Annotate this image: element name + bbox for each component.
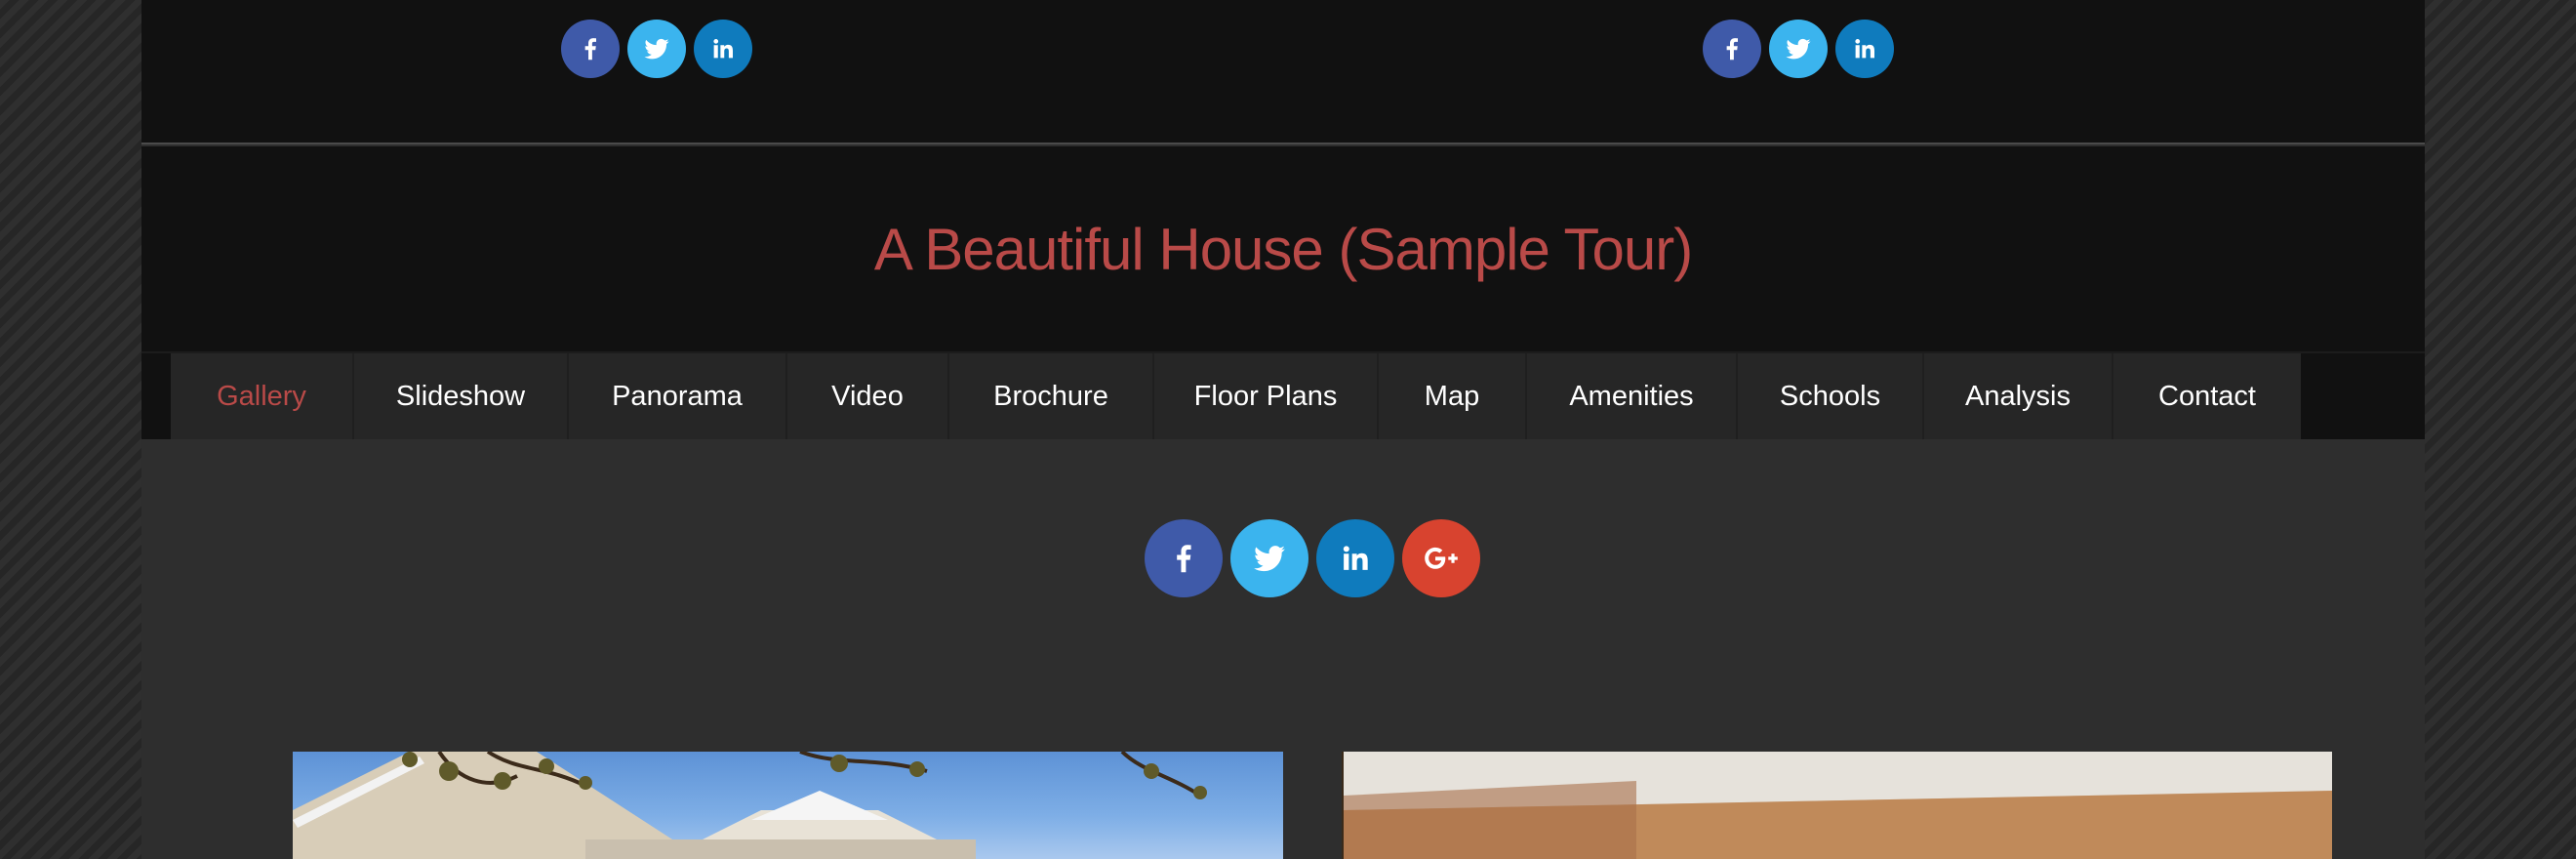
- linkedin-icon[interactable]: [694, 20, 752, 78]
- nav-item-slideshow[interactable]: Slideshow: [354, 353, 569, 439]
- twitter-icon[interactable]: [1230, 519, 1308, 597]
- nav-item-analysis[interactable]: Analysis: [1924, 353, 2113, 439]
- interior-room-illustration: [1344, 752, 2332, 859]
- social-links-right: [1703, 20, 1894, 78]
- nav-item-brochure[interactable]: Brochure: [949, 353, 1154, 439]
- google-plus-icon[interactable]: [1402, 519, 1480, 597]
- share-buttons: [1145, 519, 1480, 597]
- nav-bar: Gallery Slideshow Panorama Video Brochur…: [141, 351, 2425, 439]
- linkedin-icon[interactable]: [1316, 519, 1394, 597]
- facebook-icon[interactable]: [1703, 20, 1761, 78]
- main-nav: Gallery Slideshow Panorama Video Brochur…: [171, 353, 2301, 439]
- page-title: A Beautiful House (Sample Tour): [873, 216, 1693, 282]
- social-links-left: [561, 20, 752, 78]
- nav-item-contact[interactable]: Contact: [2113, 353, 2301, 439]
- house-exterior-photo[interactable]: [293, 752, 1283, 859]
- nav-item-amenities[interactable]: Amenities: [1527, 353, 1738, 439]
- top-bar: [141, 0, 2425, 144]
- facebook-icon[interactable]: [1145, 519, 1223, 597]
- nav-item-video[interactable]: Video: [787, 353, 949, 439]
- nav-item-schools[interactable]: Schools: [1738, 353, 1924, 439]
- nav-item-map[interactable]: Map: [1379, 353, 1527, 439]
- linkedin-icon[interactable]: [1835, 20, 1894, 78]
- house-exterior-illustration: [293, 752, 1207, 859]
- twitter-icon[interactable]: [1769, 20, 1828, 78]
- nav-item-floor-plans[interactable]: Floor Plans: [1154, 353, 1379, 439]
- facebook-icon[interactable]: [561, 20, 620, 78]
- interior-room-photo[interactable]: [1342, 752, 2332, 859]
- page-container: A Beautiful House (Sample Tour) Gallery …: [141, 0, 2425, 859]
- nav-item-gallery[interactable]: Gallery: [171, 353, 354, 439]
- site-header: A Beautiful House (Sample Tour): [141, 146, 2425, 351]
- nav-item-panorama[interactable]: Panorama: [569, 353, 787, 439]
- twitter-icon[interactable]: [627, 20, 686, 78]
